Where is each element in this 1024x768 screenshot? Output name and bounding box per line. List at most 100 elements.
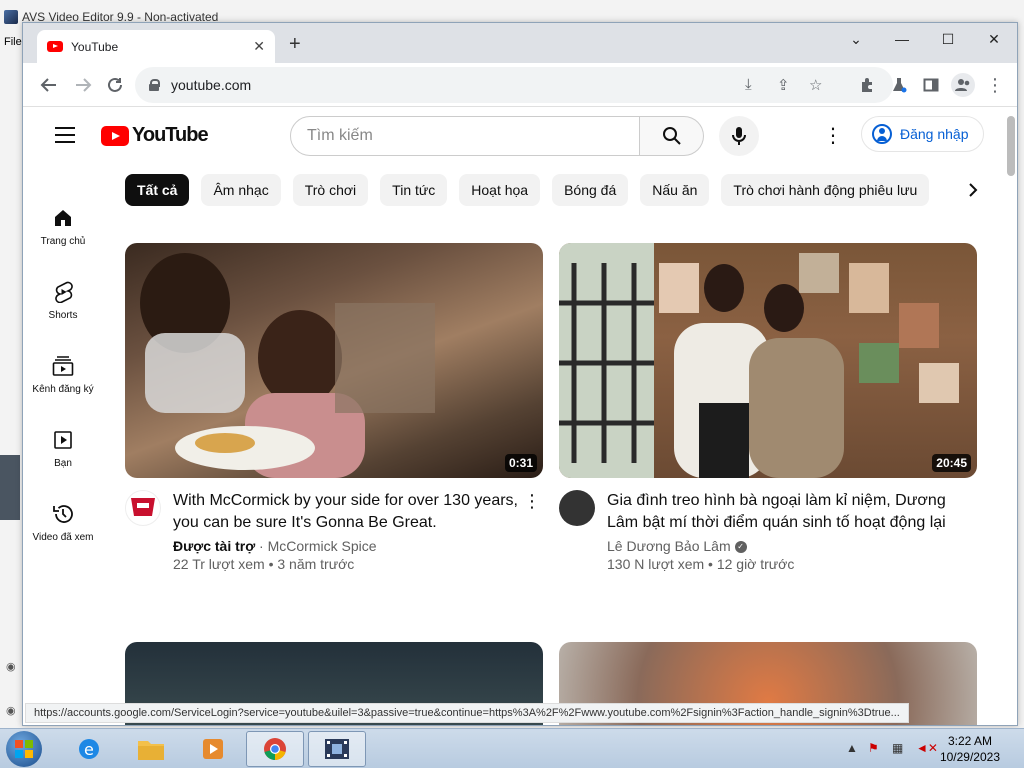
nav-label: Kênh đăng ký: [32, 384, 94, 395]
nav-label: Shorts: [48, 310, 78, 321]
chrome-icon: [264, 738, 286, 760]
youtube-favicon-icon: [47, 41, 63, 52]
sign-in-button[interactable]: Đăng nhập: [861, 116, 984, 152]
chip-music[interactable]: Âm nhạc: [201, 174, 281, 206]
taskbar-chrome[interactable]: [246, 731, 304, 767]
close-window-button[interactable]: ✕: [979, 27, 1009, 51]
youtube-logo[interactable]: YouTube: [101, 124, 209, 147]
taskbar-avs[interactable]: [308, 731, 366, 767]
install-app-icon[interactable]: ⤓: [745, 76, 752, 93]
channel-avatar[interactable]: [559, 490, 595, 526]
media-player-icon: [203, 739, 223, 759]
history-icon: [51, 502, 75, 526]
video-duration: 20:45: [932, 454, 971, 472]
video-meta: With McCormick by your side for over 130…: [125, 490, 543, 572]
channel-avatar[interactable]: [125, 490, 161, 526]
clock-date: 10/29/2023: [939, 750, 1000, 764]
taskbar-explorer[interactable]: [122, 731, 180, 767]
video-meta: Gia đình treo hình bà ngoại làm kỉ niệm,…: [559, 490, 977, 572]
nav-item-history[interactable]: Video đã xem: [27, 502, 99, 543]
address-bar[interactable]: youtube.com ⤓ ⇪ ☆: [135, 67, 893, 103]
chrome-window: YouTube ✕ + ⌄ — ☐ ✕ youtube.com ⤓ ⇪ ☆ ⋮ …: [22, 22, 1018, 726]
forward-arrow-icon: [76, 78, 92, 92]
chip-all[interactable]: Tất cả: [125, 174, 190, 206]
reload-button[interactable]: [103, 73, 127, 97]
youtube-page: YouTube Tìm kiếm ⋮ Đăng nhập Trang chủ S…: [23, 108, 1017, 725]
folder-icon: [138, 741, 164, 760]
video-title[interactable]: Gia đình treo hình bà ngoại làm kỉ niệm,…: [607, 490, 957, 534]
chips-next-chevron-icon[interactable]: [963, 180, 983, 200]
search-input[interactable]: Tìm kiếm: [290, 116, 640, 156]
nav-item-shorts[interactable]: Shorts: [27, 280, 99, 321]
eye-icon[interactable]: ◉: [6, 704, 16, 717]
film-strip-icon: [325, 739, 349, 759]
nav-label: Trang chủ: [40, 236, 86, 247]
sign-in-label: Đăng nhập: [900, 126, 969, 142]
background-menu-file[interactable]: File: [4, 36, 22, 48]
channel-name[interactable]: Lê Dương Bảo Lâm: [607, 538, 731, 554]
video-card[interactable]: 0:31 With McCormick by your side for ove…: [125, 243, 543, 572]
volume-muted-icon[interactable]: ◄✕: [916, 741, 938, 755]
minimize-button[interactable]: —: [887, 27, 917, 51]
bookmark-star-icon[interactable]: ☆: [809, 76, 822, 94]
taskbar-media[interactable]: [184, 731, 242, 767]
video-title[interactable]: With McCormick by your side for over 130…: [173, 490, 523, 534]
taskbar-ie[interactable]: e: [60, 731, 118, 767]
lock-icon[interactable]: [149, 79, 160, 91]
voice-search-button[interactable]: [719, 116, 759, 156]
taskbar-clock[interactable]: 3:22 AM 10/29/2023: [940, 733, 1000, 765]
you-icon: [51, 428, 75, 452]
nav-label: Video đã xem: [32, 532, 94, 543]
chip-football[interactable]: Bóng đá: [552, 174, 629, 206]
browser-toolbar: youtube.com ⤓ ⇪ ☆ ⋮: [23, 63, 1017, 107]
tab-strip: YouTube ✕ + ⌄ — ☐ ✕: [23, 23, 1017, 63]
youtube-logo-text: YouTube: [132, 124, 209, 146]
windows-taskbar: e ▲ ⚑ ▦ ◄✕ 3:22 AM 10/29/2023: [0, 728, 1024, 768]
video-thumbnail[interactable]: 20:45: [559, 243, 977, 478]
tray-overflow-icon[interactable]: ▲: [846, 741, 858, 755]
network-warning-icon[interactable]: ⚑: [868, 741, 879, 755]
puzzle-icon: [862, 78, 872, 92]
video-thumbnail[interactable]: 0:31: [125, 243, 543, 478]
eye-icon[interactable]: ◉: [6, 660, 16, 673]
page-scrollbar[interactable]: [1007, 116, 1015, 176]
search-button[interactable]: [640, 116, 704, 156]
video-stats: 22 Tr lượt xem • 3 năm trước: [173, 556, 355, 572]
video-card[interactable]: 20:45 Gia đình treo hình bà ngoại làm kỉ…: [559, 243, 977, 572]
chip-animation[interactable]: Hoạt họa: [459, 174, 541, 206]
lab-flask-button[interactable]: [887, 73, 911, 97]
nav-item-home[interactable]: Trang chủ: [27, 206, 99, 247]
filter-chips: Tất cả Âm nhạc Trò chơi Tin tức Hoạt họa…: [125, 174, 930, 206]
chip-news[interactable]: Tin tức: [380, 174, 448, 206]
start-button[interactable]: [6, 731, 42, 767]
channel-name[interactable]: McCormick Spice: [268, 538, 377, 554]
extensions-button[interactable]: [855, 73, 879, 97]
tab-search-chevron-icon[interactable]: ⌄: [841, 27, 871, 51]
nav-item-subscriptions[interactable]: Kênh đăng ký: [27, 354, 99, 395]
video-more-actions-icon[interactable]: ⋮: [523, 491, 541, 512]
reload-icon: [108, 77, 122, 92]
link-status-bubble: https://accounts.google.com/ServiceLogin…: [25, 703, 909, 723]
network-icon[interactable]: ▦: [892, 741, 903, 755]
new-tab-button[interactable]: +: [289, 34, 301, 54]
forward-button[interactable]: [71, 73, 95, 97]
video-stats: 130 N lượt xem • 12 giờ trước: [607, 556, 795, 572]
hamburger-menu-icon[interactable]: [55, 127, 75, 143]
share-icon[interactable]: ⇪: [777, 76, 790, 94]
tab-youtube[interactable]: YouTube ✕: [37, 30, 275, 63]
settings-more-button[interactable]: ⋮: [823, 126, 843, 146]
profile-button[interactable]: [951, 73, 975, 97]
thumbnail-image: [140, 253, 435, 478]
chrome-menu-button[interactable]: ⋮: [983, 73, 1007, 97]
chip-cooking[interactable]: Nấu ăn: [640, 174, 710, 206]
youtube-header: YouTube Tìm kiếm ⋮ Đăng nhập: [23, 108, 1017, 164]
side-panel-button[interactable]: [919, 73, 943, 97]
back-button[interactable]: [37, 73, 61, 97]
microphone-icon: [732, 127, 746, 145]
chip-action-adventure-games[interactable]: Trò chơi hành động phiêu lưu: [721, 174, 930, 206]
chip-games[interactable]: Trò chơi: [292, 174, 369, 206]
nav-item-you[interactable]: Bạn: [27, 428, 99, 469]
profile-people-icon: [955, 79, 970, 91]
tab-close-icon[interactable]: ✕: [253, 38, 265, 55]
maximize-button[interactable]: ☐: [933, 27, 963, 51]
